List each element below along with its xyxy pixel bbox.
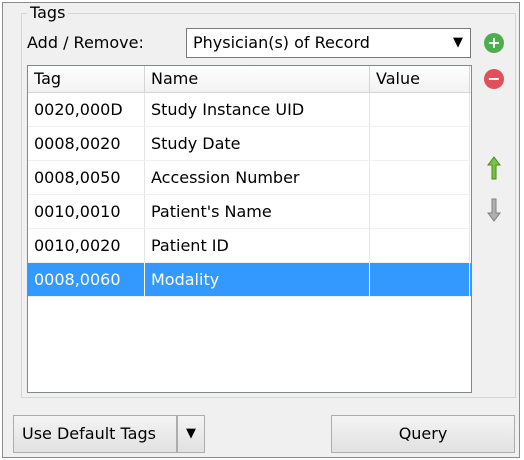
tags-panel: Tags Add / Remove: Physician(s) of Recor… xyxy=(2,2,520,458)
add-tag-button[interactable]: + xyxy=(483,32,505,54)
move-down-button[interactable] xyxy=(483,197,505,223)
cell-value xyxy=(370,263,470,296)
cell-name: Accession Number xyxy=(145,161,370,194)
tags-group-title: Tags xyxy=(27,3,69,23)
cell-value xyxy=(370,161,470,194)
cell-tag: 0020,000D xyxy=(28,93,145,126)
add-remove-label: Add / Remove: xyxy=(27,33,144,52)
cell-tag: 0008,0060 xyxy=(28,263,145,296)
use-default-tags-button[interactable]: Use Default Tags xyxy=(13,415,177,453)
column-header-value[interactable]: Value xyxy=(370,66,470,92)
cell-value xyxy=(370,93,470,126)
cell-name: Patient ID xyxy=(145,229,370,262)
table-row-selected[interactable]: 0008,0060 Modality xyxy=(28,263,471,297)
plus-circle-icon: + xyxy=(484,33,504,53)
cell-value xyxy=(370,229,470,262)
chevron-down-icon[interactable]: ▼ xyxy=(453,34,463,52)
cell-tag: 0008,0050 xyxy=(28,161,145,194)
cell-tag: 0010,0010 xyxy=(28,195,145,228)
arrow-up-icon xyxy=(487,156,501,180)
table-row[interactable]: 0008,0050 Accession Number xyxy=(28,161,471,195)
cell-value xyxy=(370,195,470,228)
table-row[interactable]: 0010,0010 Patient's Name xyxy=(28,195,471,229)
remove-tag-button[interactable]: − xyxy=(483,68,505,90)
table-row[interactable]: 0010,0020 Patient ID xyxy=(28,229,471,263)
table-header: Tag Name Value xyxy=(28,66,471,93)
cell-name: Modality xyxy=(145,263,370,296)
query-label: Query xyxy=(398,424,448,443)
use-default-tags-label: Use Default Tags xyxy=(22,424,156,443)
table-row[interactable]: 0020,000D Study Instance UID xyxy=(28,93,471,127)
cell-name: Study Instance UID xyxy=(145,93,370,126)
arrow-down-icon xyxy=(487,198,501,222)
tag-select-combobox[interactable]: Physician(s) of Record ▼ xyxy=(186,28,471,58)
table-row[interactable]: 0008,0020 Study Date xyxy=(28,127,471,161)
query-button[interactable]: Query xyxy=(331,415,515,453)
tags-table[interactable]: Tag Name Value 0020,000D Study Instance … xyxy=(27,65,472,393)
tag-select-value: Physician(s) of Record xyxy=(193,33,370,52)
move-up-button[interactable] xyxy=(483,155,505,181)
default-tags-dropdown-button[interactable]: ▼ xyxy=(177,415,205,453)
cell-tag: 0010,0020 xyxy=(28,229,145,262)
cell-value xyxy=(370,127,470,160)
minus-circle-icon: − xyxy=(484,69,504,89)
column-header-name[interactable]: Name xyxy=(145,66,370,92)
cell-name: Patient's Name xyxy=(145,195,370,228)
chevron-down-icon: ▼ xyxy=(186,426,196,441)
cell-tag: 0008,0020 xyxy=(28,127,145,160)
cell-name: Study Date xyxy=(145,127,370,160)
column-header-tag[interactable]: Tag xyxy=(28,66,145,92)
